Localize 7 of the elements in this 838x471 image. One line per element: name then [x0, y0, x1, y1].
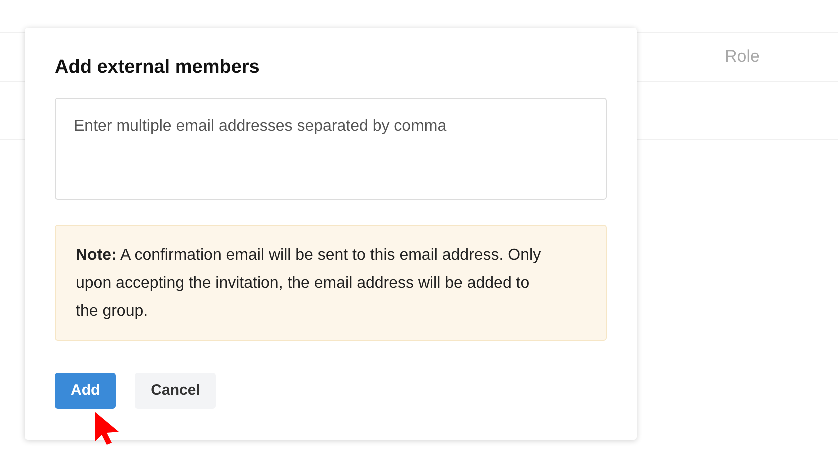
column-header: Role — [725, 46, 760, 68]
note-text: Note: A confirmation email will be sent to this email address. Only upon accepting the invitation, the email address will be added to the group. — [76, 246, 542, 322]
email-field[interactable]: Enter multiple email addresses separated by comma — [55, 98, 607, 200]
cancel-button[interactable]: Cancel — [135, 373, 216, 409]
dialog-title: Add external members — [55, 56, 261, 80]
cursor-icon — [95, 412, 121, 446]
add-button[interactable]: Add — [55, 373, 116, 409]
